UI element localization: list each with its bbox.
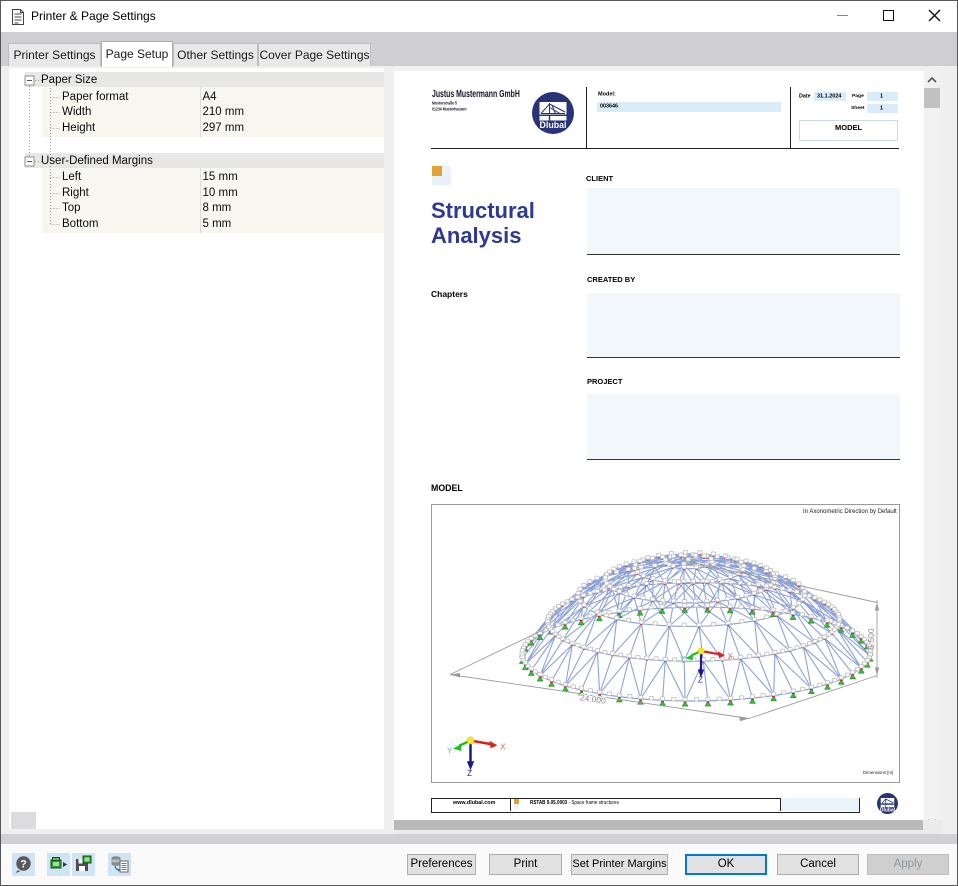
svg-text:?: ? — [20, 859, 27, 871]
svg-text:Y: Y — [447, 746, 453, 755]
svg-text:Z: Z — [467, 769, 472, 778]
svg-text:X: X — [500, 743, 506, 752]
svg-text:X: X — [728, 652, 734, 661]
svg-text:Z: Z — [698, 676, 703, 685]
svg-text:Dlubal: Dlubal — [880, 807, 896, 813]
svg-text:Y: Y — [680, 656, 686, 665]
svg-text:5.500: 5.500 — [866, 628, 876, 650]
svg-text:Dlubal: Dlubal — [540, 120, 567, 130]
